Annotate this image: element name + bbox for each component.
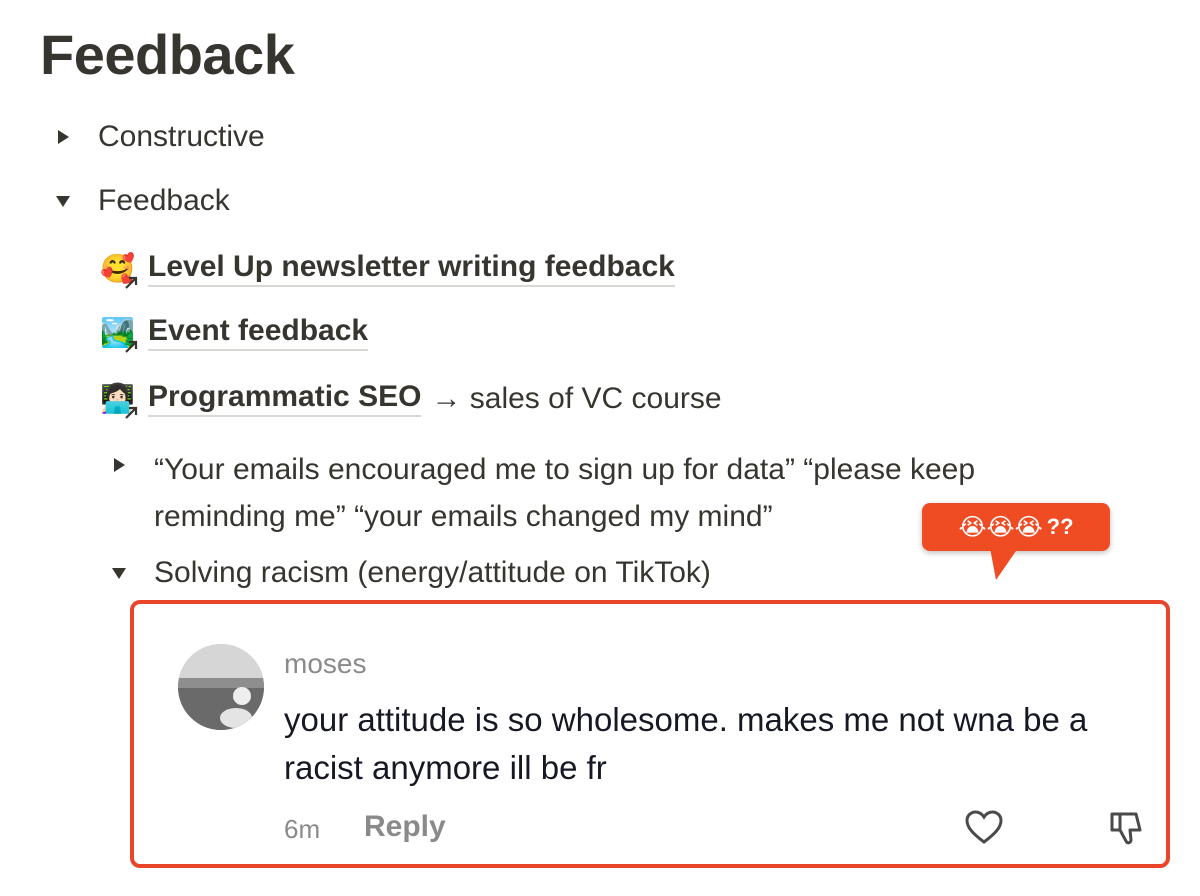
comment-text: your attitude is so wholesome. makes me … <box>284 701 1088 786</box>
page-link-programmatic-seo[interactable]: Programmatic SEO <box>148 380 422 417</box>
thumbs-down-icon[interactable] <box>1106 808 1146 848</box>
caret-down-icon[interactable] <box>52 190 74 212</box>
comment-card: moses your attitude is so wholesome. mak… <box>130 600 1170 868</box>
comment-timestamp: 6m <box>284 814 321 844</box>
toggle-solving-racism[interactable]: Solving racism (energy/attitude on TikTo… <box>108 556 711 590</box>
callout-tail <box>990 548 1018 580</box>
page-link-level-up[interactable]: Level Up newsletter writing feedback <box>148 250 675 287</box>
toggle-feedback[interactable]: Feedback <box>52 184 230 218</box>
crying-face-icon: 😭😭😭 <box>958 513 1043 541</box>
reaction-callout: 😭😭😭 ?? <box>922 503 1110 551</box>
link-arrow-icon <box>125 276 138 289</box>
page-title: Feedback <box>40 23 295 86</box>
page-link-row[interactable]: 🏞️ Event feedback <box>100 314 369 353</box>
page-link-row[interactable]: 👩🏻‍💻 Programmatic SEO → sales of VC cour… <box>100 380 722 419</box>
smiling-face-with-hearts-icon: 🥰 <box>100 252 138 289</box>
toggle-label: Solving racism (energy/attitude on TikTo… <box>154 556 711 589</box>
callout-text: ?? <box>1046 514 1074 539</box>
link-arrow-icon <box>125 340 138 353</box>
link-arrow-icon <box>125 406 138 419</box>
caret-down-icon[interactable] <box>108 562 130 584</box>
reply-button[interactable]: Reply <box>364 810 446 844</box>
toggle-label: Feedback <box>98 184 230 217</box>
caret-right-icon[interactable] <box>52 126 74 148</box>
link-suffix-text: → sales of VC course <box>431 381 722 415</box>
avatar <box>178 644 264 730</box>
page-link-event-feedback[interactable]: Event feedback <box>148 314 369 351</box>
page-link-row[interactable]: 🥰 Level Up newsletter writing feedback <box>100 250 675 289</box>
comment-username[interactable]: moses <box>284 648 366 680</box>
woman-technologist-icon: 👩🏻‍💻 <box>100 382 138 419</box>
caret-right-icon[interactable] <box>108 454 130 476</box>
landscape-picture-icon: 🏞️ <box>100 316 138 353</box>
heart-icon[interactable] <box>964 808 1004 848</box>
toggle-label: Constructive <box>98 120 265 153</box>
toggle-constructive[interactable]: Constructive <box>52 120 265 154</box>
